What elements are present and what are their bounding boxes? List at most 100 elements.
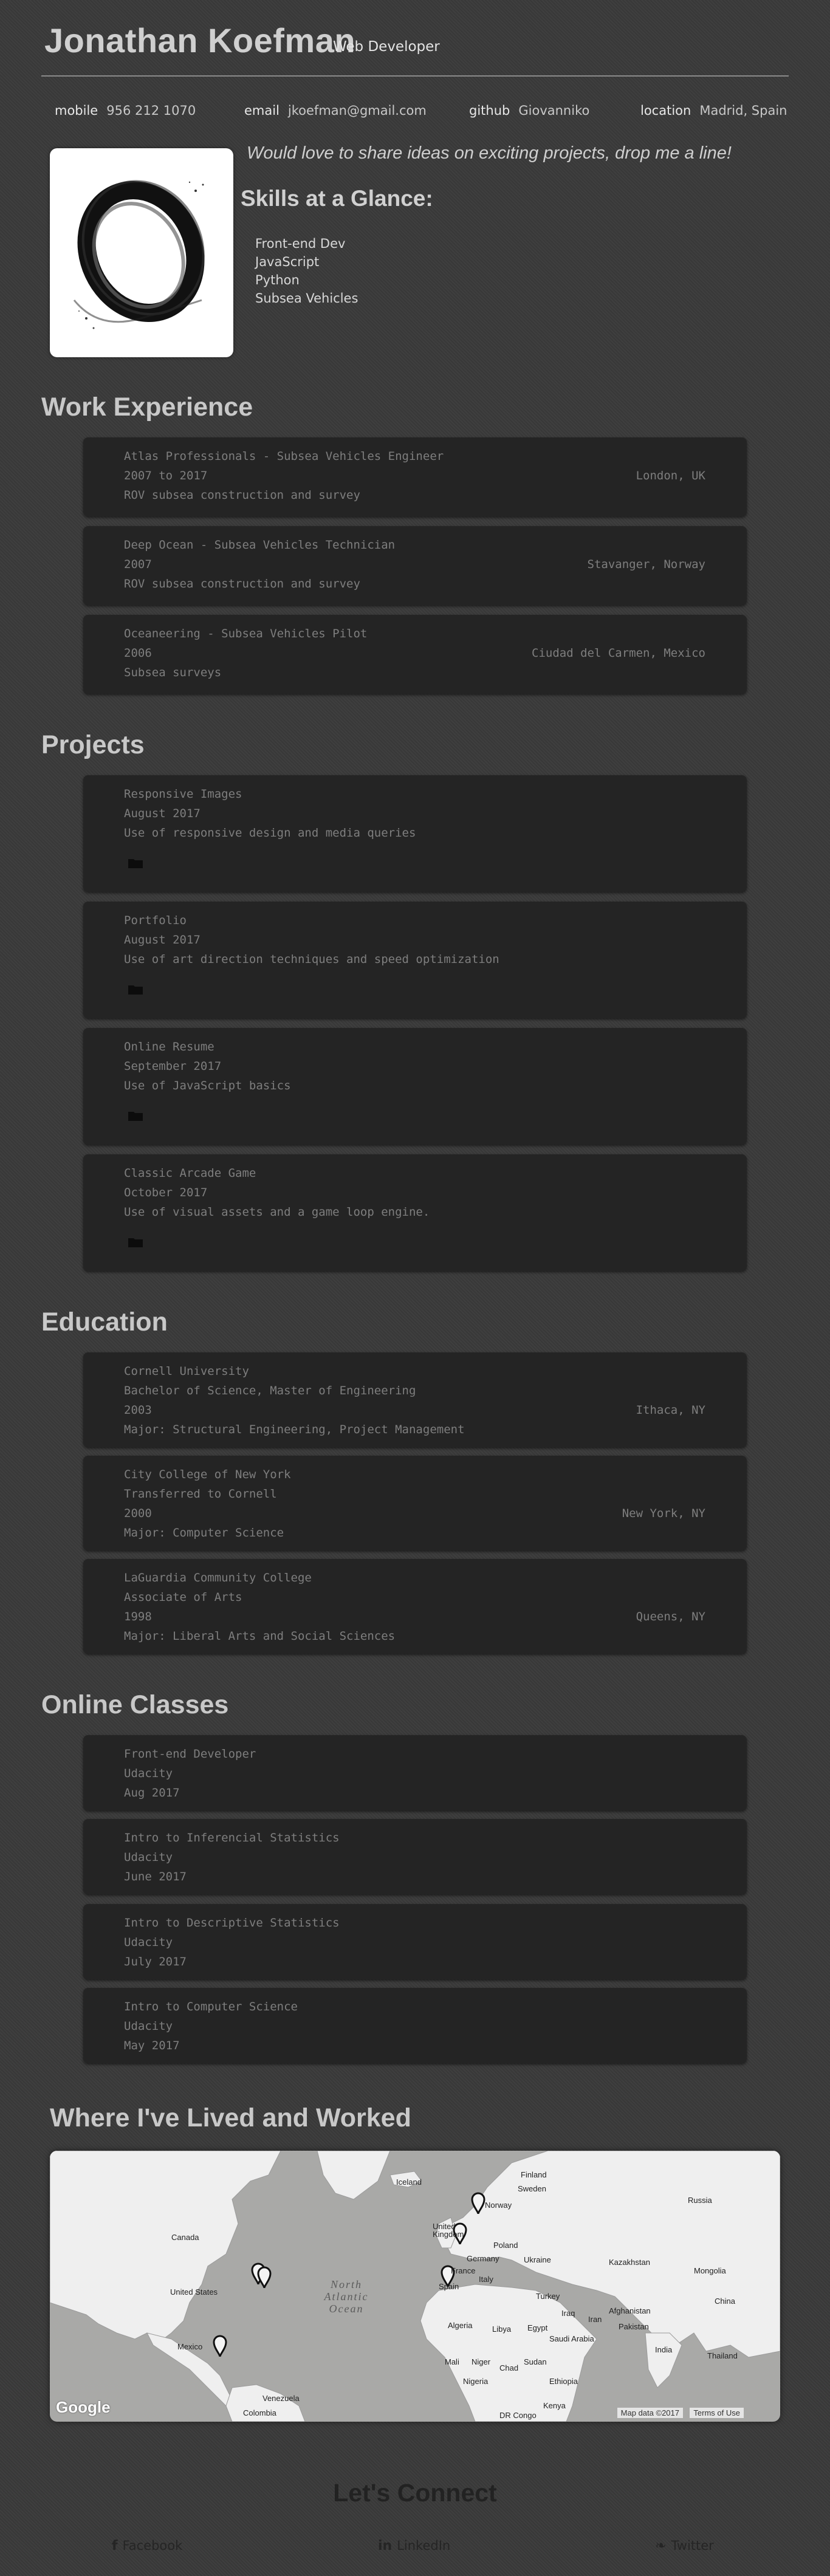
work-title-link[interactable]: Oceaneering - Subsea Vehicles Pilot	[124, 627, 367, 640]
map-label: Ukraine	[524, 2255, 551, 2264]
contact-github[interactable]: github Giovanniko	[469, 103, 589, 118]
work-description: ROV subsea construction and survey	[124, 488, 360, 502]
contact-label: mobile	[55, 103, 98, 118]
work-title-link[interactable]: Atlas Professionals - Subsea Vehicles En…	[124, 450, 444, 463]
school-major: Major: Structural Engineering, Project M…	[124, 1423, 465, 1436]
contact-location[interactable]: location Madrid, Spain	[640, 103, 787, 118]
map-pin-icon[interactable]	[213, 2335, 227, 2357]
connect-heading: Let's Connect	[333, 2479, 497, 2507]
map-label: Colombia	[243, 2408, 276, 2417]
school-location: Queens, NY	[636, 1610, 705, 1623]
work-entry: Atlas Professionals - Subsea Vehicles En…	[83, 437, 747, 516]
contact-value: jkoefman@gmail.com	[287, 103, 427, 118]
project-description: Use of visual assets and a game loop eng…	[124, 1205, 430, 1219]
contact-value: Madrid, Spain	[699, 103, 787, 118]
contact-bar: mobile 956 212 1070 email jkoefman@gmail.c…	[41, 103, 789, 123]
map-label: Venezuela	[262, 2394, 300, 2403]
work-heading: Work Experience	[41, 392, 253, 422]
school-link[interactable]: Cornell University	[124, 1365, 249, 1378]
map-label: Italy	[479, 2275, 493, 2284]
map-label: Ethiopia	[549, 2377, 578, 2386]
map-label: Norway	[485, 2201, 512, 2210]
school-dates: 2003	[124, 1403, 152, 1417]
project-description: Use of JavaScript basics	[124, 1079, 291, 1092]
class-school: Udacity	[124, 1767, 173, 1780]
skills-list: Front-end Dev JavaScript Python Subsea V…	[255, 235, 358, 307]
map-pin-icon[interactable]	[257, 2266, 272, 2289]
map-label: Iraq	[561, 2309, 575, 2318]
folder-icon[interactable]	[128, 858, 143, 868]
map-label: France	[451, 2266, 476, 2275]
linkedin-link[interactable]: in LinkedIn	[378, 2538, 450, 2554]
class-school: Udacity	[124, 1851, 173, 1864]
class-title-link[interactable]: Front-end Developer	[124, 1747, 256, 1761]
school-link[interactable]: City College of New York	[124, 1468, 291, 1481]
facebook-link[interactable]: f Facebook	[112, 2538, 182, 2554]
map-label: Saudi Arabia	[549, 2334, 594, 2343]
folder-icon[interactable]	[128, 1237, 143, 1247]
map-label: Thailand	[707, 2351, 738, 2360]
contact-mobile[interactable]: mobile 956 212 1070	[55, 103, 196, 118]
map-label: Mali	[445, 2357, 459, 2366]
project-title-link[interactable]: Portfolio	[124, 914, 187, 927]
contact-value: 956 212 1070	[106, 103, 196, 118]
skill-item: Front-end Dev	[255, 236, 346, 251]
work-entry: Deep Ocean - Subsea Vehicles Technician …	[83, 526, 747, 605]
education-entry: LaGuardia Community College Associate of…	[83, 1559, 747, 1654]
school-location: New York, NY	[622, 1507, 705, 1520]
map-label: Mexico	[177, 2342, 203, 2351]
map-label: Finland	[521, 2170, 547, 2179]
map-label: Russia	[688, 2196, 712, 2205]
welcome-message: Would love to share ideas on exciting pr…	[247, 143, 732, 163]
folder-icon[interactable]	[128, 984, 143, 995]
map-label: Kenya	[543, 2401, 566, 2410]
project-entry: Classic Arcade Game October 2017 Use of …	[83, 1154, 747, 1271]
map-label: Algeria	[448, 2321, 473, 2330]
online-classes-heading: Online Classes	[41, 1690, 229, 1719]
facebook-icon: f	[112, 2538, 118, 2554]
project-dates: September 2017	[124, 1060, 222, 1073]
projects-heading: Projects	[41, 730, 145, 759]
project-title-link[interactable]: Online Resume	[124, 1040, 214, 1053]
contact-email[interactable]: email jkoefman@gmail.com	[244, 103, 427, 118]
contact-value: Giovanniko	[518, 103, 590, 118]
map-data-attribution[interactable]: Map data ©2017	[617, 2408, 683, 2418]
map-label: Kazakhstan	[609, 2258, 650, 2267]
skills-heading: Skills at a Glance:	[241, 186, 433, 211]
work-description: Subsea surveys	[124, 666, 222, 679]
class-school: Udacity	[124, 2019, 173, 2033]
school-dates: 1998	[124, 1610, 152, 1623]
school-link[interactable]: LaGuardia Community College	[124, 1571, 312, 1584]
map-landmass	[50, 2151, 780, 2422]
work-title-link[interactable]: Deep Ocean - Subsea Vehicles Technician	[124, 538, 395, 552]
world-map[interactable]: Canada United States Mexico Venezuela Co…	[50, 2151, 780, 2422]
map-label: Egypt	[527, 2323, 548, 2332]
map-label: India	[655, 2345, 673, 2354]
class-title-link[interactable]: Intro to Inferencial Statistics	[124, 1831, 340, 1845]
project-title-link[interactable]: Responsive Images	[124, 787, 242, 801]
profile-picture	[50, 148, 233, 357]
school-location: Ithaca, NY	[636, 1403, 705, 1417]
project-entry: Responsive Images August 2017 Use of res…	[83, 775, 747, 892]
map-label: Spain	[439, 2282, 459, 2291]
social-label: Twitter	[671, 2538, 714, 2553]
terms-of-use-link[interactable]: Terms of Use	[690, 2408, 744, 2418]
class-dates: July 2017	[124, 1955, 187, 1968]
class-title-link[interactable]: Intro to Descriptive Statistics	[124, 1916, 340, 1930]
class-title-link[interactable]: Intro to Computer Science	[124, 2000, 298, 2013]
school-major: Major: Liberal Arts and Social Sciences	[124, 1629, 396, 1643]
map-label: Chad	[499, 2363, 519, 2372]
folder-icon[interactable]	[128, 1111, 143, 1121]
work-description: ROV subsea construction and survey	[124, 577, 360, 591]
map-label: Sudan	[524, 2357, 547, 2366]
project-dates: October 2017	[124, 1186, 208, 1199]
project-title-link[interactable]: Classic Arcade Game	[124, 1166, 256, 1180]
contact-label: github	[469, 103, 510, 118]
class-dates: Aug 2017	[124, 1786, 180, 1800]
project-description: Use of responsive design and media queri…	[124, 826, 416, 840]
school-major: Major: Computer Science	[124, 1526, 284, 1540]
skill-item: Subsea Vehicles	[255, 291, 358, 306]
map-label: United Kingdom	[433, 2222, 464, 2239]
work-location: Stavanger, Norway	[587, 558, 705, 571]
twitter-link[interactable]: ❧ Twitter	[655, 2538, 714, 2554]
